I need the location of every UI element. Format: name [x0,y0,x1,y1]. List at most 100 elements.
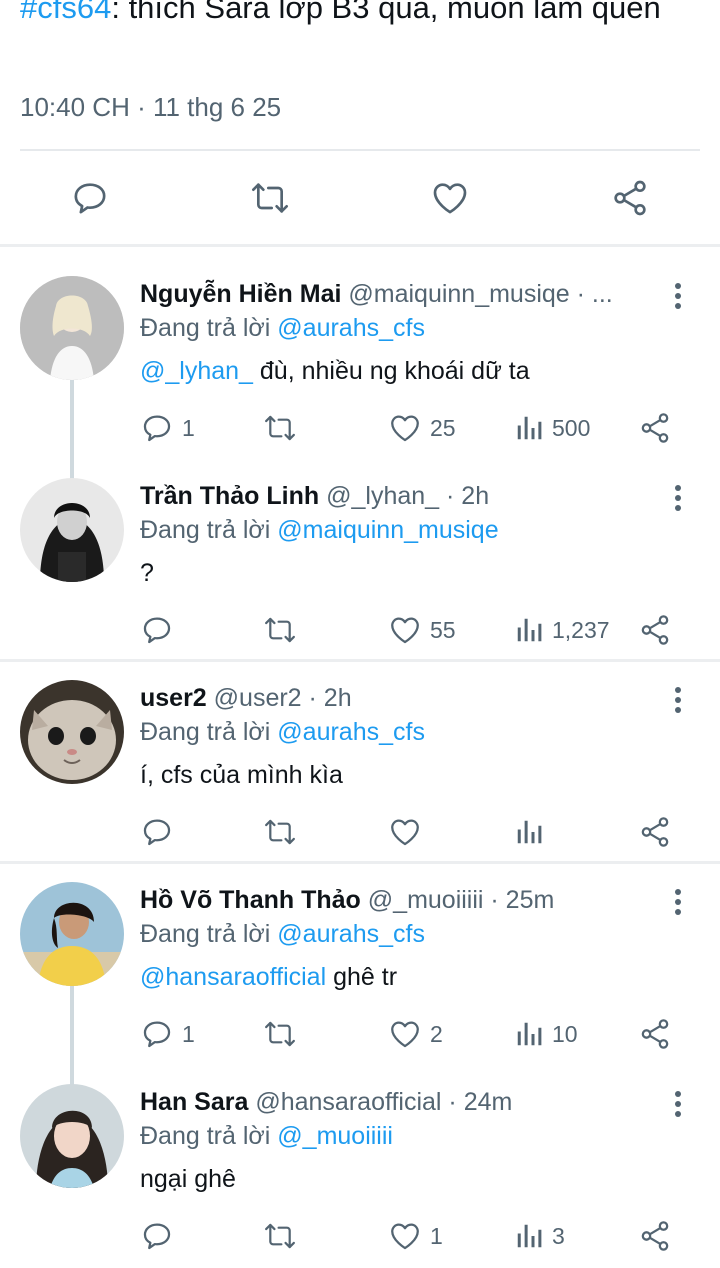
reply-body: ? [140,559,154,587]
retweet-button[interactable] [262,1012,298,1056]
share-icon[interactable] [608,176,652,220]
more-vertical-icon[interactable] [664,1088,692,1120]
heart-icon[interactable] [428,176,472,220]
author-name[interactable]: user2 [140,684,207,712]
author-name[interactable]: Trần Thảo Linh [140,482,319,510]
avatar[interactable] [20,680,124,784]
author-handle[interactable]: @user2 · 2h [214,684,352,712]
retweet-icon[interactable] [248,176,292,220]
share-icon [641,1221,669,1251]
views-icon [517,1022,542,1046]
replying-to-handle[interactable]: @aurahs_cfs [277,920,425,948]
author-name[interactable]: Hồ Võ Thanh Thảo [140,886,361,914]
view-count: 3 [552,1222,565,1249]
view-count: 1,237 [552,616,610,643]
author-name[interactable]: Han Sara [140,1088,248,1116]
heart-icon [391,1223,419,1250]
replying-to: Đang trả lời @maiquinn_musiqe [140,512,499,548]
replying-to-handle[interactable]: @aurahs_cfs [277,314,425,342]
more-vertical-icon[interactable] [664,886,692,918]
reply-item[interactable]: Han Sara @hansaraofficial · 24m Đang trả… [0,1084,720,1266]
main-tweet-actions [0,170,720,226]
reply-button[interactable] [140,810,182,854]
share-button[interactable] [638,810,672,854]
share-button[interactable] [638,1012,672,1056]
replying-label: Đang trả lời [140,1122,278,1150]
views-icon [517,1224,542,1248]
author-handle[interactable]: @maiquinn_musiqe · ... [348,280,612,308]
author-name[interactable]: Nguyễn Hiền Mai [140,280,341,308]
main-tweet-hashtag[interactable]: #cfs64 [20,0,111,25]
avatar[interactable] [20,478,124,582]
thread-line [70,380,74,480]
reply-button[interactable] [140,1214,182,1258]
main-tweet-text: #cfs64: thích Sara lớp B3 quá, muốn làm … [20,0,700,32]
main-tweet-timestamp: 10:40 CH · 11 thg 6 25 [20,92,282,122]
replying-label: Đang trả lời [140,920,278,948]
author-handle[interactable]: @_muoiiiii · 25m [368,886,555,914]
view-count: 10 [552,1020,578,1047]
replying-label: Đang trả lời [140,718,278,746]
replying-to-handle[interactable]: @maiquinn_musiqe [277,516,498,544]
author-handle[interactable]: @hansaraofficial · 24m [255,1088,512,1116]
reply-item[interactable]: user2 @user2 · 2h Đang trả lời @aurahs_c… [0,680,720,860]
share-icon [641,817,669,847]
share-button[interactable] [638,1214,672,1258]
like-button[interactable]: 1 [388,1214,443,1258]
avatar[interactable] [20,1084,124,1188]
retweet-button[interactable] [262,1214,298,1258]
reply-item[interactable]: Trần Thảo Linh @_lyhan_ · 2h Đang trả lờ… [0,478,720,658]
retweet-icon [265,819,295,845]
reply-header: Trần Thảo Linh @_lyhan_ · 2h [140,478,660,514]
like-button[interactable]: 25 [388,406,456,450]
like-count: 25 [430,414,456,441]
divider [20,149,700,151]
thread-line [70,986,74,1086]
reply-text: @_lyhan_ đù, nhiều ng khoái dữ ta [140,353,530,389]
reply-icon[interactable] [68,176,112,220]
author-handle[interactable]: @_lyhan_ · 2h [326,482,489,510]
views-button[interactable]: 3 [514,1214,565,1258]
mention-link[interactable]: @hansaraofficial [140,963,326,991]
reply-text: @hansaraofficial ghê tr [140,959,397,995]
more-vertical-icon[interactable] [664,280,692,312]
reply-text: í, cfs của mình kìa [140,757,343,793]
reply-icon [143,415,171,442]
mention-link[interactable]: @_lyhan_ [140,357,253,385]
replying-to-handle[interactable]: @aurahs_cfs [277,718,425,746]
views-button[interactable] [514,810,552,854]
reply-item[interactable]: Nguyễn Hiền Mai @maiquinn_musiqe · ... Đ… [0,276,720,480]
more-vertical-icon[interactable] [664,684,692,716]
replying-label: Đang trả lời [140,516,278,544]
retweet-icon [265,1021,295,1047]
reply-actions: 1 3 [140,1214,680,1262]
share-button[interactable] [638,406,672,450]
reply-text: ? [140,555,154,591]
reply-icon [143,617,171,644]
like-button[interactable]: 2 [388,1012,443,1056]
reply-button[interactable]: 1 [140,406,195,450]
retweet-button[interactable] [262,406,298,450]
like-button[interactable] [388,810,430,854]
reply-button[interactable] [140,608,182,652]
replying-label: Đang trả lời [140,314,278,342]
reply-text: ngại ghê [140,1161,236,1197]
avatar[interactable] [20,276,124,380]
replying-to-handle[interactable]: @_muoiiiii [277,1122,393,1150]
share-button[interactable] [638,608,672,652]
reply-button[interactable]: 1 [140,1012,195,1056]
avatar[interactable] [20,882,124,986]
reply-item[interactable]: Hồ Võ Thanh Thảo @_muoiiiii · 25m Đang t… [0,882,720,1086]
retweet-button[interactable] [262,810,298,854]
views-button[interactable]: 1,237 [514,608,610,652]
views-button[interactable]: 10 [514,1012,578,1056]
views-icon [517,820,542,844]
views-button[interactable]: 500 [514,406,590,450]
like-button[interactable]: 55 [388,608,456,652]
share-icon [641,413,669,443]
replying-to: Đang trả lời @aurahs_cfs [140,916,425,952]
retweet-button[interactable] [262,608,298,652]
more-vertical-icon[interactable] [664,482,692,514]
reply-header: Hồ Võ Thanh Thảo @_muoiiiii · 25m [140,882,660,918]
reply-actions: 1 25 500 [140,406,680,454]
